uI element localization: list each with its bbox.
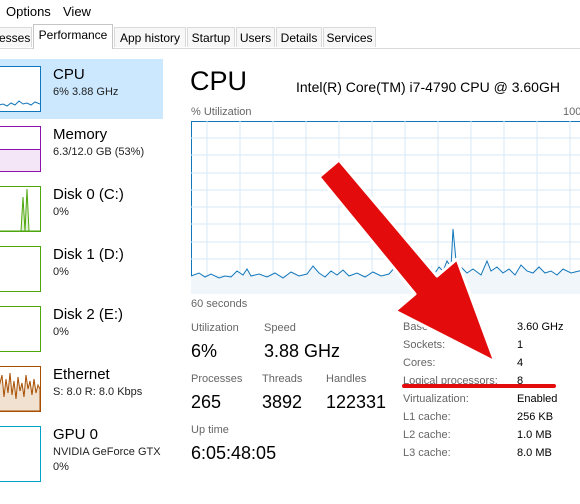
- info-value-base-speed: 3.60 GHz: [517, 321, 564, 333]
- handles-label: Handles: [326, 373, 367, 385]
- uptime-label: Up time: [191, 424, 229, 436]
- page-title: CPU: [190, 66, 248, 96]
- info-value-l3-cache: 8.0 MB: [517, 447, 552, 459]
- sidebar-item-title: CPU: [53, 66, 85, 83]
- cpu-utilization-graph: [191, 121, 580, 294]
- memory-thumbnail-graph: [0, 126, 41, 172]
- info-label-l1-cache: L1 cache:: [403, 411, 451, 423]
- info-label-logical-processors: Logical processors:: [403, 375, 498, 387]
- utilization-axis-max: 100: [563, 106, 580, 118]
- sidebar-item-subtitle: NVIDIA GeForce GTX: [53, 446, 161, 458]
- info-label-virtualization: Virtualization:: [403, 393, 469, 405]
- ethernet-thumbnail-line: [0, 372, 40, 411]
- utilization-axis-label: % Utilization: [191, 106, 252, 118]
- sidebar-item-subtitle: S: 8.0 R: 8.0 Kbps: [53, 386, 143, 398]
- utilization-label: Utilization: [191, 322, 239, 334]
- info-label-base-speed: Base: [403, 321, 429, 333]
- sidebar-item-subtitle: 6.3/12.0 GB (53%): [53, 146, 145, 158]
- sidebar-item-disk-1[interactable]: Disk 1 (D:) 0%: [0, 239, 163, 299]
- memory-thumbnail-fill: [0, 149, 40, 171]
- cpu-thumbnail-line: [0, 100, 40, 107]
- sidebar-item-ethernet[interactable]: Ethernet S: 8.0 R: 8.0 Kbps: [0, 359, 163, 419]
- info-value-sockets: 1: [517, 339, 524, 351]
- ethernet-thumbnail-graph: [0, 366, 41, 412]
- info-value-l2-cache: 1.0 MB: [517, 429, 552, 441]
- info-value-cores: 4: [517, 357, 524, 369]
- menu-view[interactable]: View: [63, 4, 91, 19]
- sidebar-item-subtitle: 0%: [53, 266, 69, 278]
- sidebar-item-cpu[interactable]: CPU 6% 3.88 GHz: [0, 59, 163, 119]
- info-label-l3-cache: L3 cache:: [403, 447, 451, 459]
- threads-label: Threads: [262, 373, 303, 385]
- sidebar-item-title: Disk 2 (E:): [53, 306, 124, 323]
- sidebar-item-title: GPU 0: [53, 426, 99, 443]
- disk1-thumbnail-graph: [0, 246, 41, 292]
- info-label-cores: Cores:: [403, 357, 436, 369]
- disk2-thumbnail-graph: [0, 306, 41, 352]
- cpu-model-name: Intel(R) Core(TM) i7-4790 CPU @ 3.60GH: [296, 79, 560, 95]
- speed-value: 3.88 GHz: [264, 341, 341, 361]
- threads-value: 3892: [262, 392, 303, 412]
- disk0-thumbnail-line: [0, 188, 40, 231]
- processes-value: 265: [191, 392, 222, 412]
- menu-bar: Options View: [0, 0, 580, 24]
- tab-startup[interactable]: Startup: [187, 27, 235, 47]
- info-value-logical-processors: 8: [517, 375, 524, 387]
- sidebar-item-disk-2[interactable]: Disk 2 (E:) 0%: [0, 299, 163, 359]
- sidebar-item-subtitle: 0%: [53, 326, 69, 338]
- processes-label: Processes: [191, 373, 243, 385]
- sidebar-item-title: Disk 1 (D:): [53, 246, 124, 263]
- info-label-l2-cache: L2 cache:: [403, 429, 451, 441]
- sidebar-item-title: Disk 0 (C:): [53, 186, 124, 203]
- tab-bar: esses Performance App history Startup Us…: [0, 24, 580, 49]
- sidebar-item-title: Ethernet: [53, 366, 110, 383]
- tab-services[interactable]: Services: [323, 27, 376, 47]
- disk0-thumbnail-graph: [0, 186, 41, 232]
- info-label-sockets: Sockets:: [403, 339, 446, 351]
- gpu-thumbnail-graph: [0, 426, 41, 482]
- sidebar-item-disk-0[interactable]: Disk 0 (C:) 0%: [0, 179, 163, 239]
- graph-time-span-label: 60 seconds: [191, 298, 248, 310]
- tab-processes[interactable]: esses: [0, 27, 32, 47]
- sidebar-item-memory[interactable]: Memory 6.3/12.0 GB (53%): [0, 119, 163, 179]
- handles-value: 122331: [326, 392, 387, 412]
- uptime-value: 6:05:48:05: [191, 443, 277, 463]
- tab-details[interactable]: Details: [276, 27, 322, 47]
- utilization-value: 6%: [191, 341, 218, 361]
- sidebar-item-subtitle-2: 0%: [53, 461, 69, 473]
- tab-users[interactable]: Users: [236, 27, 275, 47]
- cpu-thumbnail-graph: [0, 66, 41, 112]
- resource-sidebar: CPU 6% 3.88 GHz Memory 6.3/12.0 GB (53%)…: [0, 49, 163, 504]
- info-value-virtualization: Enabled: [517, 393, 558, 405]
- info-value-l1-cache: 256 KB: [517, 411, 554, 423]
- tab-performance[interactable]: Performance: [33, 24, 113, 49]
- sidebar-item-subtitle: 6% 3.88 GHz: [53, 86, 119, 98]
- tab-app-history[interactable]: App history: [114, 27, 186, 47]
- sidebar-item-gpu-0[interactable]: GPU 0 NVIDIA GeForce GTX 0%: [0, 419, 163, 489]
- sidebar-item-title: Memory: [53, 126, 108, 143]
- sidebar-item-subtitle: 0%: [53, 206, 69, 218]
- menu-options[interactable]: Options: [6, 4, 51, 19]
- speed-label: Speed: [264, 322, 296, 334]
